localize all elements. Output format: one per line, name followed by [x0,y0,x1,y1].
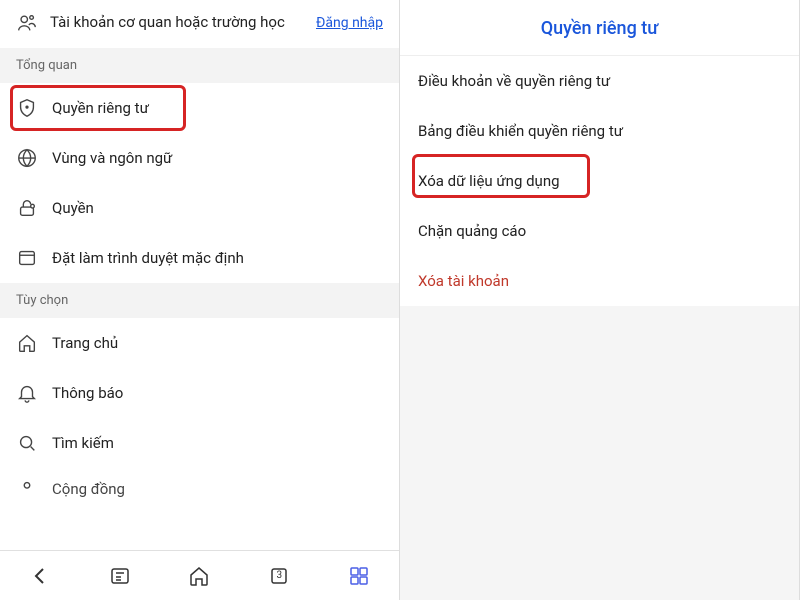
privacy-clear-data[interactable]: Xóa dữ liệu ứng dụng [400,156,799,206]
nav-back[interactable] [26,562,54,590]
item-label: Quyền [52,199,94,217]
settings-pane: Tài khoản cơ quan hoặc trường học Đăng n… [0,0,400,600]
privacy-delete-account[interactable]: Xóa tài khoản [400,256,799,306]
globe-icon [16,147,38,169]
community-icon [16,478,38,500]
lock-icon [16,197,38,219]
item-label: Cộng đồng [52,480,125,498]
section-overview: Tổng quan [0,48,399,83]
item-label: Trang chủ [52,334,118,352]
privacy-block-ads[interactable]: Chặn quảng cáo [400,206,799,256]
settings-scroll: Tổng quan Quyền riêng tư Vùng và ngôn ng… [0,48,399,600]
empty-fill [400,306,799,600]
item-label: Vùng và ngôn ngữ [52,149,172,167]
nav-apps[interactable] [345,562,373,590]
account-row[interactable]: Tài khoản cơ quan hoặc trường học Đăng n… [0,0,399,48]
item-community-partial[interactable]: Cộng đồng [0,468,399,500]
search-icon [16,432,38,454]
tabs-count: 3 [276,570,282,581]
home-icon [16,332,38,354]
item-label: Tìm kiếm [52,434,114,452]
nav-home[interactable] [185,562,213,590]
bottom-nav: 3 [0,550,399,600]
item-label: Quyền riêng tư [52,99,149,117]
privacy-terms[interactable]: Điều khoản về quyền riêng tư [400,56,799,106]
privacy-dashboard[interactable]: Bảng điều khiển quyền riêng tư [400,106,799,156]
item-label: Thông báo [52,384,123,402]
privacy-title: Quyền riêng tư [400,0,799,56]
nav-tabs[interactable]: 3 [265,562,293,590]
signin-link[interactable]: Đăng nhập [316,15,383,31]
item-label: Xóa dữ liệu ứng dụng [418,172,560,190]
item-permissions[interactable]: Quyền [0,183,399,233]
shield-icon [16,97,38,119]
account-icon [16,12,38,34]
item-search[interactable]: Tìm kiếm [0,418,399,468]
item-default-browser[interactable]: Đặt làm trình duyệt mặc định [0,233,399,283]
item-notifications[interactable]: Thông báo [0,368,399,418]
item-home[interactable]: Trang chủ [0,318,399,368]
item-label: Đặt làm trình duyệt mặc định [52,249,244,267]
privacy-pane: Quyền riêng tư Điều khoản về quyền riêng… [400,0,800,600]
window-icon [16,247,38,269]
bell-icon [16,382,38,404]
item-privacy[interactable]: Quyền riêng tư [0,83,399,133]
item-region[interactable]: Vùng và ngôn ngữ [0,133,399,183]
account-title: Tài khoản cơ quan hoặc trường học [50,13,304,33]
section-options: Tùy chọn [0,283,399,318]
nav-news[interactable] [106,562,134,590]
